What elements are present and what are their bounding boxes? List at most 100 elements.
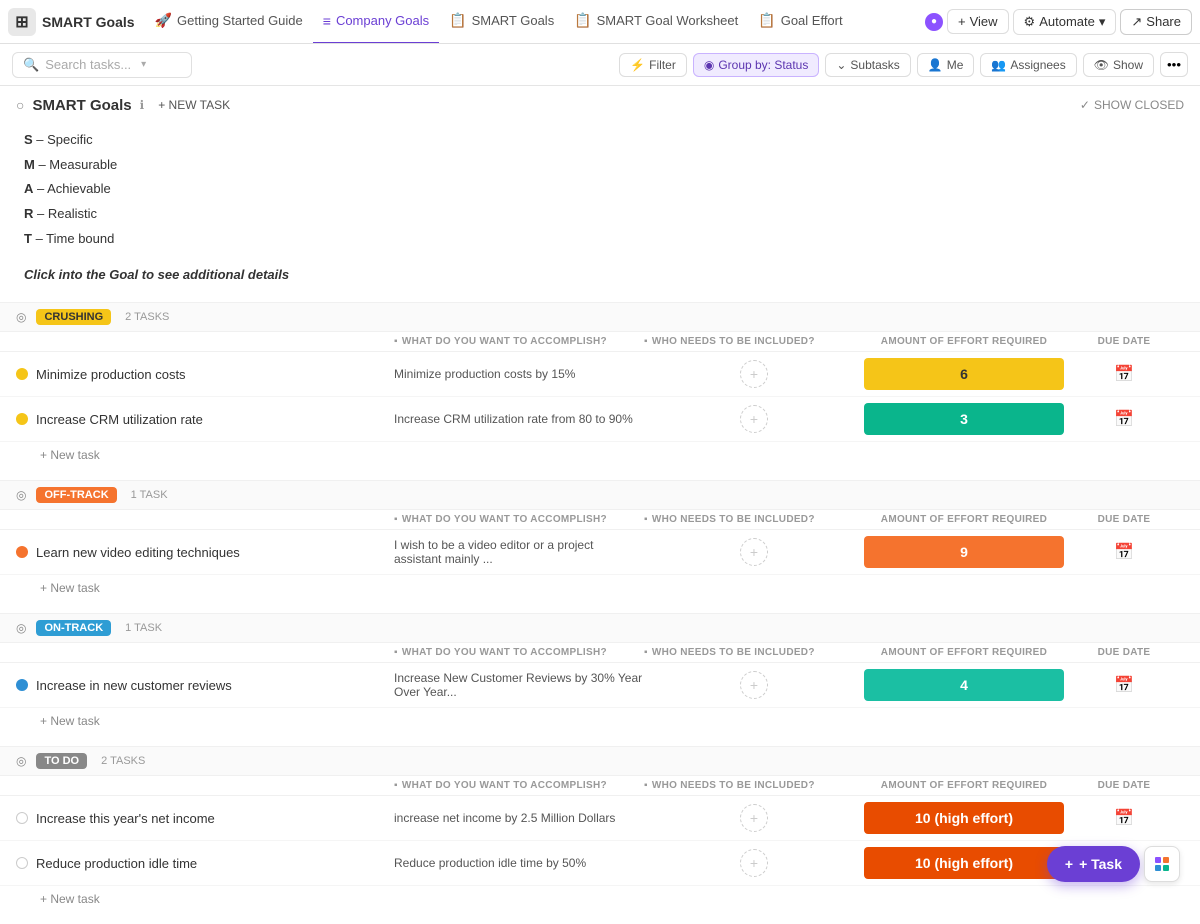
- automate-button[interactable]: ⚙ Automate ▾: [1013, 9, 1117, 35]
- me-button[interactable]: 👤 Me: [917, 53, 975, 77]
- group-header-crushing: ◎ CRUSHING 2 TASKS: [0, 302, 1200, 332]
- col-due: DUE DATE: [1064, 336, 1184, 347]
- section-info-icon[interactable]: ℹ: [140, 98, 145, 112]
- show-button[interactable]: 👁 Show: [1083, 53, 1154, 77]
- search-box[interactable]: 🔍 Search tasks... ▾: [12, 52, 192, 78]
- due-date-cell[interactable]: 📅: [1064, 675, 1184, 695]
- group-collapse-off-track[interactable]: ◎: [16, 488, 26, 502]
- notification-badge[interactable]: ●: [925, 13, 943, 31]
- automate-icon: ⚙: [1024, 14, 1036, 30]
- table-row[interactable]: Increase CRM utilization rate Increase C…: [0, 397, 1200, 442]
- assignees-button[interactable]: 👥 Assignees: [980, 53, 1076, 77]
- add-assignee-button[interactable]: +: [740, 538, 768, 566]
- add-assignee-button[interactable]: +: [740, 360, 768, 388]
- section-collapse-button[interactable]: ○: [16, 97, 24, 113]
- task-status-dot: [16, 679, 28, 691]
- task-accomplish: Reduce production idle time by 50%: [394, 856, 644, 870]
- group-collapse-on-track[interactable]: ◎: [16, 621, 26, 635]
- effort-bar: 4: [864, 669, 1064, 701]
- add-task-row[interactable]: + New task: [0, 886, 1200, 916]
- click-note: Click into the Goal to see additional de…: [0, 267, 1200, 302]
- tab-company-goals[interactable]: ≡ Company Goals: [313, 0, 439, 44]
- grid-icon: [1155, 857, 1169, 871]
- view-button[interactable]: + View: [947, 9, 1009, 34]
- tab-goal-effort[interactable]: 📋 Goal Effort: [748, 0, 852, 44]
- tab-smart-goal-worksheet[interactable]: 📋 SMART Goal Worksheet: [564, 0, 748, 44]
- calendar-icon: 📅: [1114, 675, 1134, 695]
- calendar-icon: 📅: [1114, 808, 1134, 828]
- company-goals-icon: ≡: [323, 13, 331, 29]
- tab-smart-goals[interactable]: 📋 SMART Goals: [439, 0, 564, 44]
- task-accomplish: Minimize production costs by 15%: [394, 367, 644, 381]
- task-status-dot: [16, 368, 28, 380]
- subtasks-button[interactable]: ⌄ Subtasks: [825, 53, 910, 77]
- smart-t-row: T – Time bound: [24, 227, 1176, 252]
- col-who: ▪ WHO NEEDS TO BE INCLUDED?: [644, 647, 864, 658]
- col-task: [16, 336, 394, 347]
- grid-view-button[interactable]: [1144, 846, 1180, 882]
- add-task-row[interactable]: + New task: [0, 442, 1200, 472]
- add-assignee-button[interactable]: +: [740, 671, 768, 699]
- table-row[interactable]: Increase this year's net income increase…: [0, 796, 1200, 841]
- add-task-fab[interactable]: + + Task: [1047, 846, 1140, 882]
- group-task-count-on-track: 1 TASK: [125, 622, 162, 634]
- accomplish-icon: ▪: [394, 336, 398, 347]
- section-title: SMART Goals: [32, 97, 131, 114]
- task-name-cell: Reduce production idle time: [16, 856, 394, 871]
- table-row[interactable]: Learn new video editing techniques I wis…: [0, 530, 1200, 575]
- col-accomplish: ▪ WHAT DO YOU WANT TO ACCOMPLISH?: [394, 514, 644, 525]
- add-person-icon: +: [750, 366, 758, 382]
- new-task-button[interactable]: + NEW TASK: [152, 96, 236, 114]
- table-row[interactable]: Increase in new customer reviews Increas…: [0, 663, 1200, 708]
- who-icon: ▪: [644, 336, 648, 347]
- letter-r: R: [24, 206, 33, 221]
- more-icon: •••: [1167, 57, 1181, 72]
- smart-goals-icon: 📋: [449, 12, 466, 29]
- col-who: ▪ WHO NEEDS TO BE INCLUDED?: [644, 780, 864, 791]
- due-date-cell[interactable]: 📅: [1064, 409, 1184, 429]
- due-date-cell[interactable]: 📅: [1064, 542, 1184, 562]
- table-row[interactable]: Minimize production costs Minimize produ…: [0, 352, 1200, 397]
- add-assignee-button[interactable]: +: [740, 849, 768, 877]
- add-assignee-button[interactable]: +: [740, 405, 768, 433]
- col-task: [16, 514, 394, 525]
- group-task-count-to-do: 2 TASKS: [101, 755, 145, 767]
- add-task-row[interactable]: + New task: [0, 708, 1200, 738]
- task-name-cell: Increase in new customer reviews: [16, 678, 394, 693]
- accomplish-icon: ▪: [394, 514, 398, 525]
- group-badge-on-track: ON-TRACK: [36, 620, 111, 636]
- add-person-icon: +: [750, 810, 758, 826]
- group-header-off-track: ◎ OFF-TRACK 1 TASK: [0, 480, 1200, 510]
- goal-effort-icon: 📋: [758, 12, 775, 29]
- share-button[interactable]: ↗ Share: [1120, 9, 1192, 35]
- effort-cell: 3: [864, 403, 1064, 435]
- search-icon: 🔍: [23, 57, 39, 73]
- accomplish-icon: ▪: [394, 780, 398, 791]
- task-name-cell: Increase CRM utilization rate: [16, 412, 394, 427]
- task-accomplish: increase net income by 2.5 Million Dolla…: [394, 811, 644, 825]
- effort-cell: 10 (high effort): [864, 847, 1064, 879]
- smart-r-row: R – Realistic: [24, 202, 1176, 227]
- filter-icon: ⚡: [630, 58, 645, 72]
- tab-getting-started[interactable]: 🚀 Getting Started Guide: [145, 0, 313, 44]
- group-collapse-crushing[interactable]: ◎: [16, 310, 26, 324]
- table-row[interactable]: Reduce production idle time Reduce produ…: [0, 841, 1200, 886]
- group-by-status-button[interactable]: ◉ Group by: Status: [693, 53, 820, 77]
- add-assignee-button[interactable]: +: [740, 804, 768, 832]
- group-crushing: ◎ CRUSHING 2 TASKS ▪ WHAT DO YOU WANT TO…: [0, 302, 1200, 472]
- more-options-button[interactable]: •••: [1160, 52, 1188, 77]
- groups-container: ◎ CRUSHING 2 TASKS ▪ WHAT DO YOU WANT TO…: [0, 302, 1200, 916]
- effort-bar: 6: [864, 358, 1064, 390]
- due-date-cell[interactable]: 📅: [1064, 364, 1184, 384]
- group-badge-crushing: CRUSHING: [36, 309, 111, 325]
- group-collapse-to-do[interactable]: ◎: [16, 754, 26, 768]
- letter-a: A: [24, 181, 33, 196]
- show-closed-button[interactable]: ✓ SHOW CLOSED: [1080, 98, 1184, 112]
- filter-button[interactable]: ⚡ Filter: [619, 53, 687, 77]
- accomplish-icon: ▪: [394, 647, 398, 658]
- due-date-cell[interactable]: 📅: [1064, 808, 1184, 828]
- smart-m-row: M – Measurable: [24, 153, 1176, 178]
- add-task-row[interactable]: + New task: [0, 575, 1200, 605]
- who-icon: ▪: [644, 514, 648, 525]
- effort-cell: 4: [864, 669, 1064, 701]
